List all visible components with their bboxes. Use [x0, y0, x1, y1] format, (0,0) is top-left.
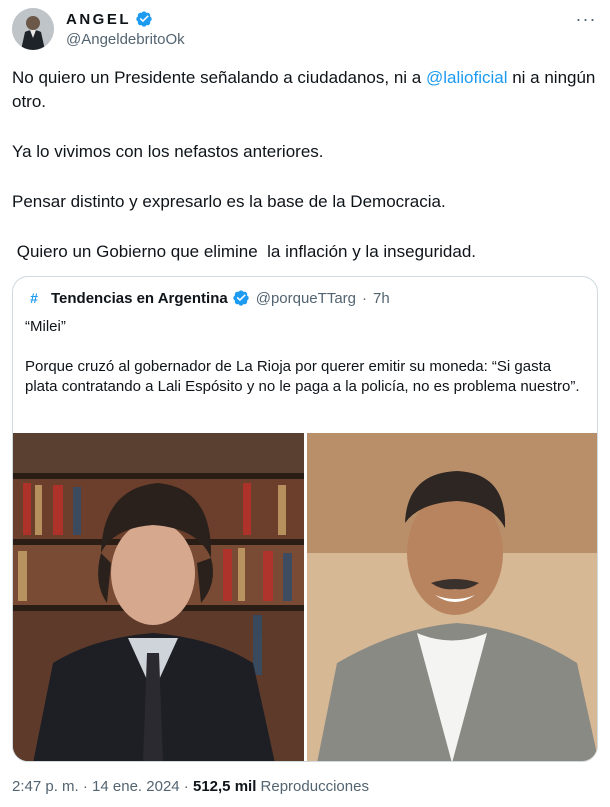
quoted-text: “Milei” Porque cruzó al gobernador de La… [25, 317, 585, 397]
tweet-date[interactable]: 14 ene. 2024 [92, 778, 180, 795]
media-photo-right[interactable] [307, 433, 597, 761]
author-display-name[interactable]: ANGEL [66, 11, 131, 28]
meta-separator: · [78, 778, 93, 795]
more-options-icon[interactable]: ··· [574, 10, 598, 32]
tweet-meta: 2:47 p. m. · 14 ene. 2024 · 512,5 mil Re… [12, 778, 369, 795]
author-avatar[interactable] [12, 8, 54, 50]
tweet-text: No quiero un Presidente señalando a ciud… [12, 66, 598, 264]
hashtag-avatar-icon: # [30, 290, 38, 306]
tweet-header: ANGEL @AngeldebritoOk ··· [12, 8, 598, 52]
meta-separator: · [179, 778, 193, 795]
view-count[interactable]: 512,5 mil [193, 778, 256, 795]
quoted-timestamp[interactable]: 7h [373, 290, 390, 307]
quoted-body: Porque cruzó al gobernador de La Rioja p… [25, 358, 580, 395]
tweet-text-segment: No quiero un Presidente señalando a ciud… [12, 68, 426, 87]
quoted-title: “Milei” [25, 318, 66, 335]
quoted-tweet-card[interactable]: # Tendencias en Argentina @porqueTTarg ·… [12, 276, 598, 762]
verified-badge-icon [232, 289, 250, 307]
mention-link[interactable]: @lalioficial [426, 68, 508, 87]
author-handle[interactable]: @AngeldebritoOk [66, 31, 185, 48]
separator-dot: · [362, 289, 367, 307]
tweet-paragraph: Pensar distinto y expresarlo es la base … [12, 192, 446, 211]
tweet-paragraph: Ya lo vivimos con los nefastos anteriore… [12, 142, 324, 161]
verified-badge-icon [135, 10, 153, 28]
quoted-author-name[interactable]: Tendencias en Argentina [51, 290, 228, 307]
media-photo-left[interactable] [13, 433, 304, 761]
quoted-author-handle[interactable]: @porqueTTarg [256, 290, 356, 307]
tweet-time[interactable]: 2:47 p. m. [12, 778, 79, 795]
tweet-paragraph: Quiero un Gobierno que elimine la inflac… [12, 242, 476, 261]
quoted-media[interactable] [13, 433, 597, 761]
view-count-label: Reproducciones [256, 778, 369, 795]
